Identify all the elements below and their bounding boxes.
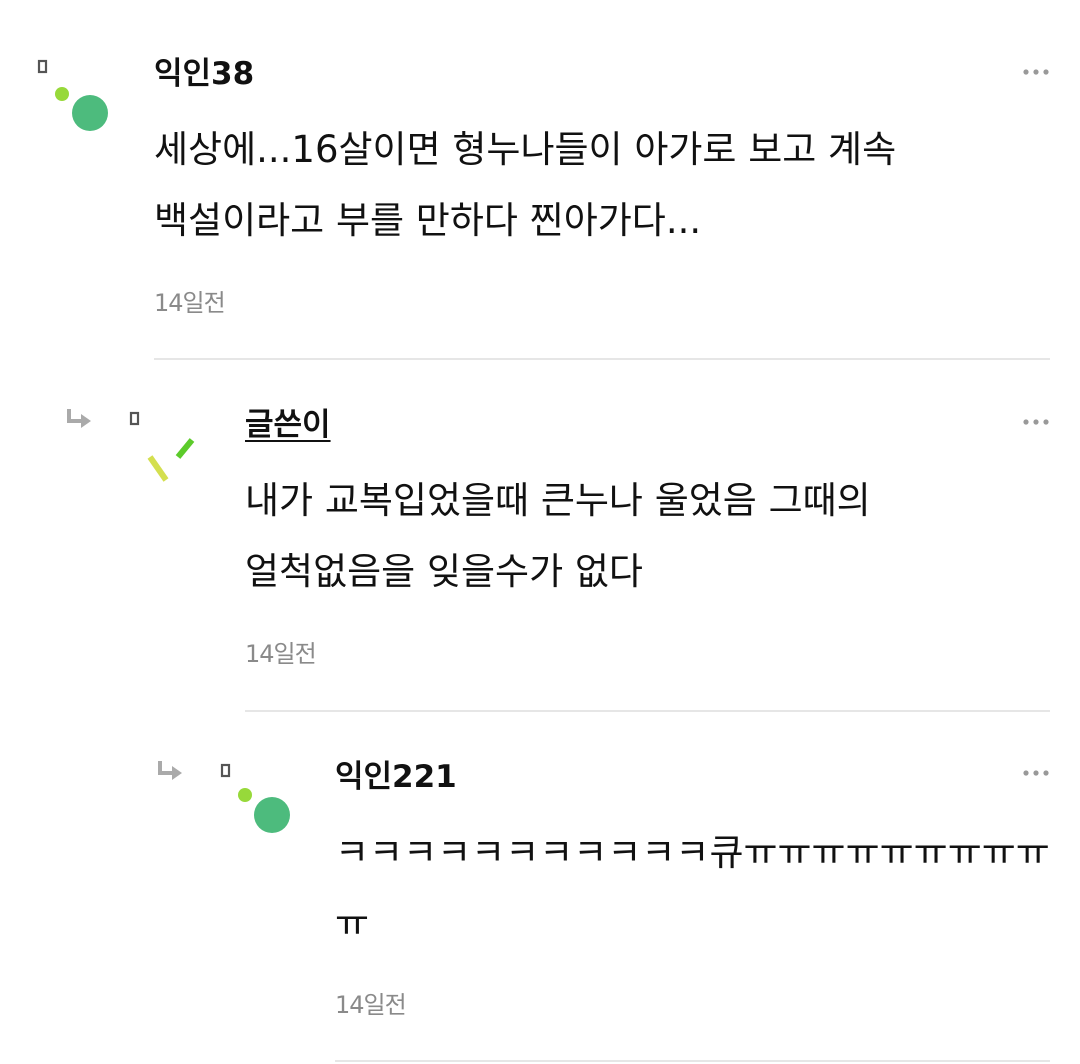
comment-author[interactable]: 글쓴이 xyxy=(245,405,331,445)
comment-divider xyxy=(154,358,1050,360)
reply-item: 글쓴이 내가 교복입었을때 큰누나 울었음 그때의 얼척없음을 잊을수가 없다 … xyxy=(0,362,1080,712)
green-dots-avatar-icon[interactable] xyxy=(36,58,116,138)
more-options-icon[interactable] xyxy=(1022,67,1050,77)
comment-time: 14일전 xyxy=(245,640,317,668)
yellow-green-dashes-avatar-icon[interactable] xyxy=(128,410,208,490)
comment-text: 세상에...16살이면 형누나들이 아가로 보고 계속 백설이라고 부를 만하다… xyxy=(154,128,897,242)
comment-time: 14일전 xyxy=(335,991,407,1019)
comment-text: 내가 교복입었을때 큰누나 울었음 그때의 얼척없음을 잊을수가 없다 xyxy=(245,479,871,593)
reply-item: 익인221 ㅋㅋㅋㅋㅋㅋㅋㅋㅋㅋㅋ큐ㅠㅠㅠㅠㅠㅠㅠㅠㅠㅠ 14일전 xyxy=(0,712,1080,1064)
comment-time: 14일전 xyxy=(154,289,226,317)
green-dots-avatar-icon[interactable] xyxy=(219,762,299,842)
comment-author[interactable]: 익인221 xyxy=(335,757,457,797)
more-options-icon[interactable] xyxy=(1022,768,1050,778)
reply-arrow-icon xyxy=(158,761,182,780)
comment-author[interactable]: 익인38 xyxy=(154,54,254,94)
reply-arrow-icon xyxy=(67,409,91,428)
comment-divider xyxy=(335,1060,1050,1062)
comment-item: 익인38 세상에...16살이면 형누나들이 아가로 보고 계속 백설이라고 부… xyxy=(0,0,1080,362)
comment-text: ㅋㅋㅋㅋㅋㅋㅋㅋㅋㅋㅋ큐ㅠㅠㅠㅠㅠㅠㅠㅠㅠㅠ xyxy=(335,831,1050,945)
more-options-icon[interactable] xyxy=(1022,417,1050,427)
